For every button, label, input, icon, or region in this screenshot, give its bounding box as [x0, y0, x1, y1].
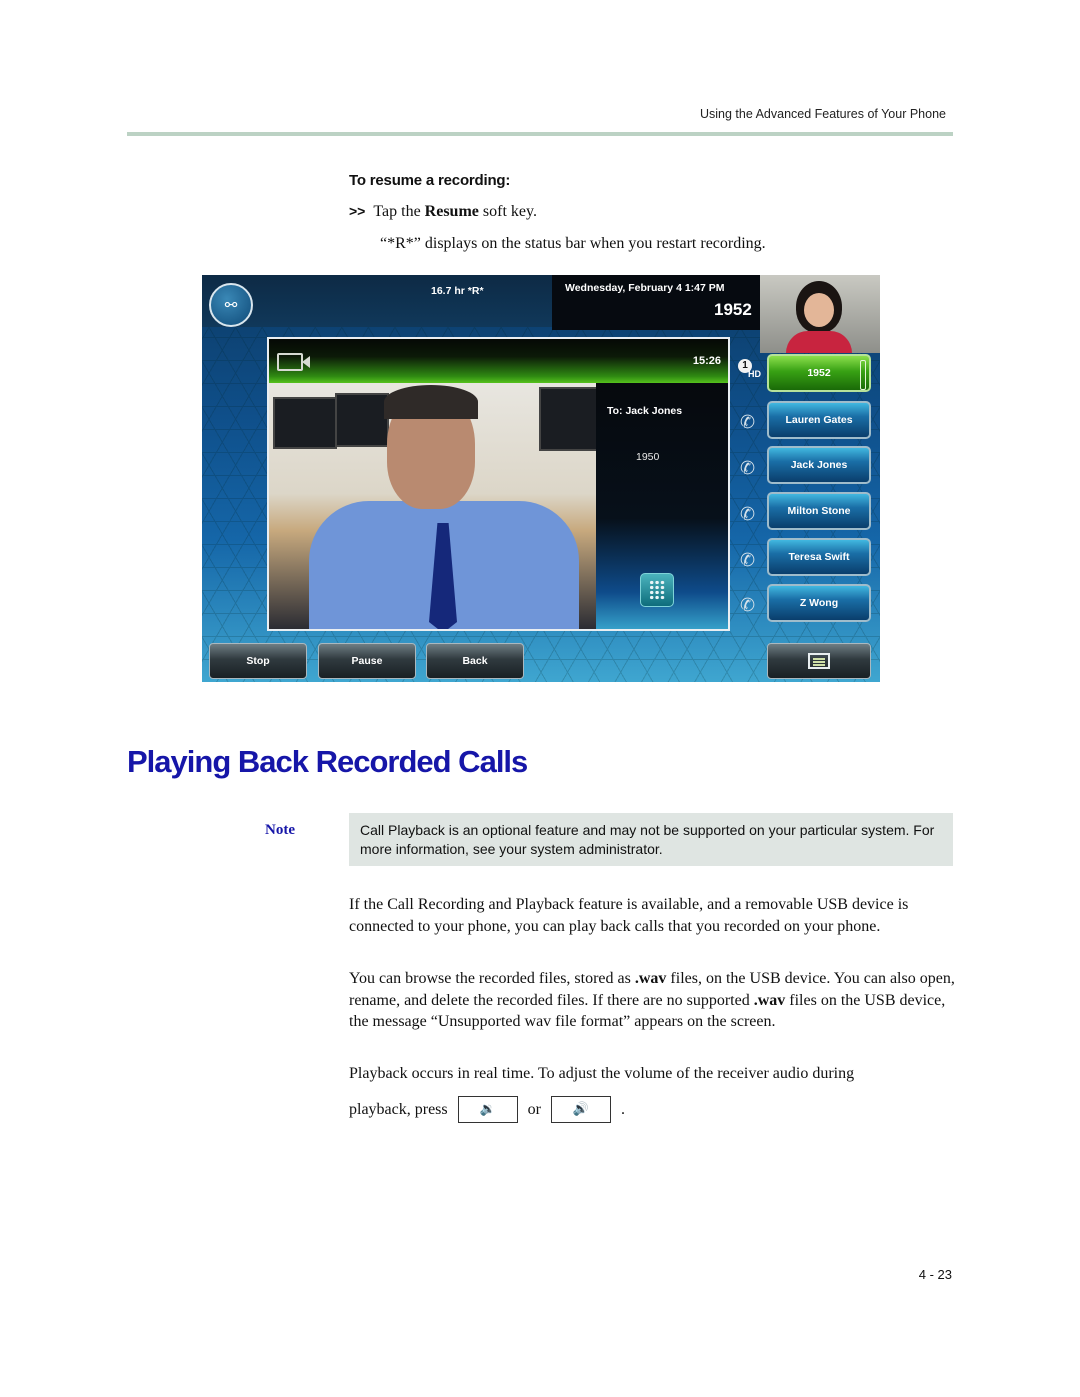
usb-recording-icon[interactable]: ⚯	[209, 283, 253, 327]
step-key: Resume	[424, 203, 479, 220]
dialpad-icon	[649, 580, 665, 600]
line-key-milton-stone[interactable]: Milton Stone	[767, 492, 871, 530]
phone-screenshot: ⚯ 16.7 hr *R* Wednesday, February 4 1:47…	[202, 275, 880, 682]
volume-down-key: 🔉	[457, 1096, 518, 1123]
self-view-shirt	[786, 331, 852, 353]
call-header: 15:26	[269, 339, 728, 383]
procedure-step: >> Tap the Resume soft key.	[349, 203, 537, 221]
line-key-1952[interactable]: 1952	[767, 354, 871, 392]
call-timer: 15:26	[692, 355, 721, 367]
header-rule	[127, 132, 953, 136]
dialpad-button[interactable]	[640, 573, 674, 607]
wav-term: .wav	[634, 970, 667, 987]
stop-soft-key[interactable]: Stop	[209, 643, 307, 679]
handset-icon: ✆	[740, 412, 756, 433]
p4-prefix: playback, press	[349, 1100, 448, 1118]
caller-hair	[384, 385, 478, 419]
background-monitor	[335, 393, 389, 447]
note-box: Call Playback is an optional feature and…	[349, 813, 953, 866]
hd-badge: HD	[748, 369, 761, 379]
step-prefix: Tap the	[373, 203, 425, 220]
menu-button[interactable]	[767, 643, 871, 679]
paragraph-availability: If the Call Recording and Playback featu…	[349, 896, 909, 935]
page-number: 4 - 23	[918, 1267, 952, 1282]
background-monitor	[539, 387, 596, 451]
handset-icon: ✆	[740, 458, 756, 479]
p2-text: You can browse the recorded files, store…	[349, 970, 635, 987]
volume-down-icon: 🔉	[479, 1101, 496, 1117]
line-key-z-wong[interactable]: Z Wong	[767, 584, 871, 622]
pause-soft-key[interactable]: Pause	[318, 643, 416, 679]
datetime: Wednesday, February 4 1:47 PM	[565, 282, 725, 294]
call-to-label: To: Jack Jones	[607, 405, 683, 417]
handset-icon: ✆	[740, 595, 756, 616]
procedure-title: To resume a recording:	[349, 172, 511, 189]
active-call-window[interactable]: 15:26 To: Jack Jones 1950	[267, 337, 730, 631]
running-header: Using the Advanced Features of Your Phon…	[699, 107, 946, 121]
wav-term: .wav	[753, 991, 786, 1009]
line-key-jack-jones[interactable]: Jack Jones	[767, 446, 871, 484]
section-title: Playing Back Recorded Calls	[127, 744, 528, 779]
paragraph-browse-files: You can browse the recorded files, store…	[349, 968, 955, 1033]
extension-number: 1952	[714, 300, 752, 319]
paragraph-playback: Playback occurs in real time. To adjust …	[349, 1065, 855, 1082]
step-result: “*R*” displays on the status bar when yo…	[380, 235, 766, 252]
line-key-teresa-swift[interactable]: Teresa Swift	[767, 538, 871, 576]
line-key-lauren-gates[interactable]: Lauren Gates	[767, 401, 871, 439]
volume-up-key: 🔊	[550, 1096, 611, 1123]
note-label: Note	[265, 822, 295, 838]
call-to-number: 1950	[636, 451, 660, 463]
recording-status: 16.7 hr *R*	[431, 285, 484, 297]
background-monitor	[273, 397, 337, 449]
self-view-face	[804, 293, 834, 327]
p4-or: or	[527, 1100, 541, 1118]
paragraph-volume: playback, press 🔉 or 🔊 .	[349, 1096, 955, 1123]
self-view-video	[760, 275, 880, 353]
handset-icon: ✆	[740, 550, 756, 571]
remote-video	[269, 383, 596, 629]
step-suffix: soft key.	[478, 203, 537, 220]
step-bullet: >>	[349, 203, 366, 219]
menu-icon	[808, 653, 830, 669]
p4-suffix: .	[620, 1100, 625, 1118]
handset-icon: ✆	[740, 504, 756, 525]
video-camera-icon	[277, 353, 310, 371]
back-soft-key[interactable]: Back	[426, 643, 524, 679]
volume-up-icon: 🔊	[572, 1101, 590, 1117]
call-info-panel: To: Jack Jones 1950	[596, 383, 728, 629]
